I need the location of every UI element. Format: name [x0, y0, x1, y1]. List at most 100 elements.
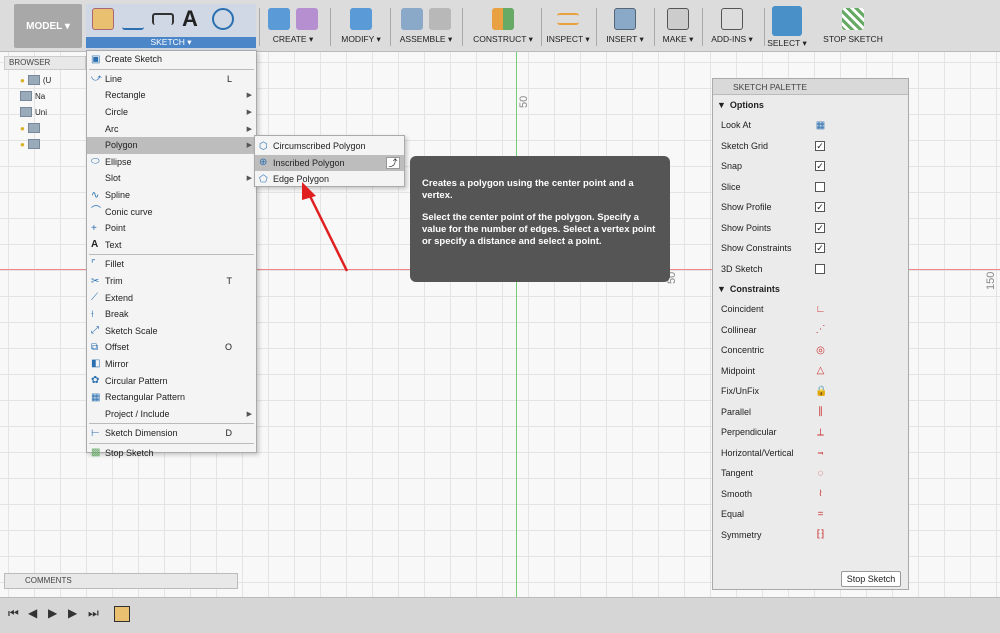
browser-row[interactable]: ● — [4, 120, 86, 136]
go-to-start-icon[interactable]: ⏮ — [8, 606, 19, 621]
constraint-equal[interactable]: Equal = — [713, 504, 908, 525]
play-icon[interactable]: ▶ — [48, 606, 57, 620]
menu-item-line[interactable]: ⤻ Line L — [87, 71, 256, 88]
constraint-concentric[interactable]: Concentric ◎ — [713, 340, 908, 361]
show-points-checkbox[interactable]: ✓ — [815, 222, 825, 233]
sketch-group[interactable]: A SKETCH ▾ — [86, 4, 256, 50]
sketch-menu-label[interactable]: SKETCH ▾ — [86, 37, 256, 48]
browser-row[interactable]: ● (U — [4, 72, 86, 88]
equal-icon[interactable]: = — [815, 509, 826, 520]
menu-item-rectangular-pattern[interactable]: ▦ Rectangular Pattern — [87, 389, 256, 406]
modify-group[interactable]: MODIFY ▾ — [336, 4, 386, 50]
options-section-header[interactable]: ▼ Options — [713, 95, 908, 115]
look-at-icon[interactable]: ▦ — [815, 120, 826, 131]
make-group[interactable]: MAKE ▾ — [658, 4, 698, 50]
addins-group[interactable]: ADD-INS ▾ — [706, 4, 758, 50]
menu-item-text[interactable]: A Text — [87, 237, 256, 254]
menu-item-spline[interactable]: ∿ Spline — [87, 187, 256, 204]
menu-item-sketch-dimension[interactable]: ⊢ Sketch Dimension D — [87, 425, 256, 442]
snap-checkbox[interactable]: ✓ — [815, 161, 825, 172]
option-look-at[interactable]: Look At ▦ — [713, 115, 908, 136]
browser-row[interactable]: Na — [4, 88, 86, 104]
browser-panel-header[interactable]: BROWSER — [4, 56, 86, 70]
stop-sketch-group[interactable]: STOP SKETCH — [820, 4, 886, 50]
timeline-sketch-icon[interactable] — [114, 606, 130, 622]
smooth-icon[interactable]: ≀ — [815, 488, 826, 499]
option-show-profile[interactable]: Show Profile ✓ — [713, 197, 908, 218]
select-menu-label[interactable]: SELECT ▾ — [766, 38, 808, 49]
menu-item-conic-curve[interactable]: ⌒ Conic curve — [87, 203, 256, 220]
menu-item-offset[interactable]: ⧉ Offset O — [87, 339, 256, 356]
menu-item-polygon[interactable]: Polygon ▶ — [87, 136, 256, 154]
line-icon[interactable] — [122, 8, 144, 30]
inspect-group[interactable]: INSPECT ▾ — [546, 4, 590, 50]
circle-icon[interactable] — [212, 8, 234, 30]
menu-item-mirror[interactable]: ◧ Mirror — [87, 356, 256, 373]
option-3d-sketch[interactable]: 3D Sketch — [713, 259, 908, 280]
sketch-grid-checkbox[interactable]: ✓ — [815, 140, 825, 151]
constraint-smooth[interactable]: Smooth ≀ — [713, 484, 908, 505]
constraints-section-header[interactable]: ▼ Constraints — [713, 279, 908, 299]
modify-menu-label[interactable]: MODIFY ▾ — [336, 34, 386, 45]
stop-sketch-button[interactable]: Stop Sketch — [841, 571, 901, 587]
constraint-perpendicular[interactable]: Perpendicular ⟂ — [713, 422, 908, 443]
comments-panel[interactable]: COMMENTS — [4, 573, 238, 589]
parallel-icon[interactable]: ∥ — [815, 406, 826, 417]
browser-row[interactable]: ● — [4, 136, 86, 152]
option-snap[interactable]: Snap ✓ — [713, 156, 908, 177]
menu-item-stop-sketch[interactable]: ▩ Stop Sketch — [87, 445, 256, 462]
menu-item-ellipse[interactable]: ⬭ Ellipse — [87, 154, 256, 171]
option-show-points[interactable]: Show Points ✓ — [713, 218, 908, 239]
step-back-icon[interactable]: ◀ — [28, 606, 37, 620]
make-menu-label[interactable]: MAKE ▾ — [658, 34, 698, 45]
menu-item-circle[interactable]: Circle ▶ — [87, 104, 256, 121]
constraint-midpoint[interactable]: Midpoint △ — [713, 361, 908, 382]
insert-group[interactable]: INSERT ▾ — [602, 4, 648, 50]
option-show-constraints[interactable]: Show Constraints ✓ — [713, 238, 908, 259]
menu-item-point[interactable]: + Point — [87, 220, 256, 237]
constraint-tangent[interactable]: Tangent ◌ — [713, 463, 908, 484]
constraint-coincident[interactable]: Coincident ∟ — [713, 299, 908, 320]
constraint-parallel[interactable]: Parallel ∥ — [713, 402, 908, 423]
construct-group[interactable]: CONSTRUCT ▾ — [468, 4, 538, 50]
collinear-icon[interactable]: ⋰ — [815, 324, 826, 335]
menu-item-project-include[interactable]: Project / Include ▶ — [87, 405, 256, 422]
lock-icon[interactable]: 🔒 — [815, 386, 827, 397]
stop-sketch-label[interactable]: STOP SKETCH — [820, 34, 886, 44]
menu-item-sketch-scale[interactable]: ⤢ Sketch Scale — [87, 323, 256, 340]
insert-menu-label[interactable]: INSERT ▾ — [602, 34, 648, 45]
tangent-icon[interactable]: ◌ — [815, 468, 826, 479]
3d-sketch-checkbox[interactable] — [815, 263, 825, 274]
option-slice[interactable]: Slice — [713, 177, 908, 198]
lightbulb-icon[interactable]: ● — [20, 76, 25, 85]
menu-item-inscribed-polygon[interactable]: ⊕ Inscribed Polygon ⤴ — [255, 154, 404, 172]
construct-menu-label[interactable]: CONSTRUCT ▾ — [468, 34, 538, 45]
text-icon[interactable]: A — [182, 8, 204, 30]
inspect-menu-label[interactable]: INSPECT ▾ — [546, 34, 590, 45]
menu-item-trim[interactable]: ✂ Trim T — [87, 273, 256, 290]
menu-item-break[interactable]: ⟊ Break — [87, 306, 256, 323]
palette-header[interactable]: SKETCH PALETTE — [713, 79, 908, 95]
option-sketch-grid[interactable]: Sketch Grid ✓ — [713, 136, 908, 157]
slice-checkbox[interactable] — [815, 181, 825, 192]
assemble-group[interactable]: ASSEMBLE ▾ — [394, 4, 458, 50]
command-shortcut-icon[interactable]: ⤴ — [386, 156, 400, 169]
constraint-fix-unfix[interactable]: Fix/UnFix 🔒 — [713, 381, 908, 402]
select-icon[interactable] — [772, 6, 802, 36]
show-profile-checkbox[interactable]: ✓ — [815, 202, 825, 213]
lightbulb-icon[interactable]: ● — [20, 140, 25, 149]
browser-row[interactable]: Uni — [4, 104, 86, 120]
menu-item-slot[interactable]: Slot ▶ — [87, 170, 256, 187]
addins-menu-label[interactable]: ADD-INS ▾ — [706, 34, 758, 45]
workspace-switcher[interactable]: MODEL ▾ — [14, 4, 82, 48]
constraint-symmetry[interactable]: Symmetry ⁅⁆ — [713, 525, 908, 546]
menu-item-create-sketch[interactable]: ▣ Create Sketch — [87, 51, 256, 68]
create-menu-label[interactable]: CREATE ▾ — [265, 34, 321, 45]
go-to-end-icon[interactable]: ⏭ — [88, 606, 99, 621]
menu-item-extend[interactable]: ⟋ Extend — [87, 289, 256, 306]
midpoint-icon[interactable]: △ — [815, 365, 826, 376]
select-group[interactable]: SELECT ▾ — [766, 38, 808, 50]
create-sketch-icon[interactable] — [92, 8, 114, 30]
lightbulb-icon[interactable]: ● — [20, 124, 25, 133]
symmetry-icon[interactable]: ⁅⁆ — [815, 529, 826, 540]
